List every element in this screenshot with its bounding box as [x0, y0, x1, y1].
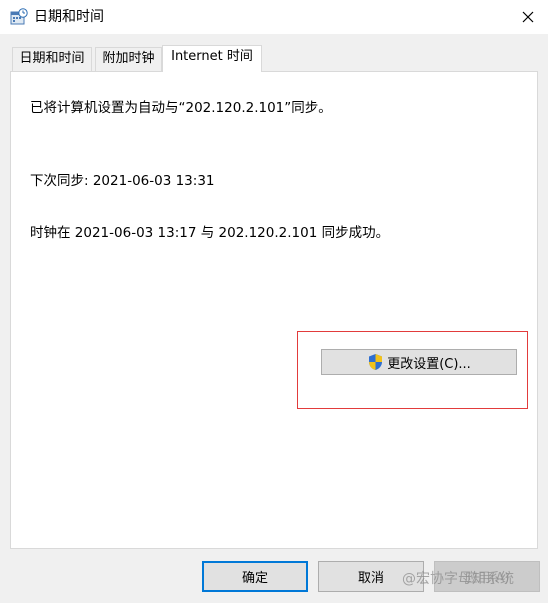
ok-button[interactable]: 确定 — [202, 561, 308, 592]
title-bar: 日期和时间 — [0, 0, 548, 34]
tab-date-time[interactable]: 日期和时间 — [12, 47, 92, 71]
close-button[interactable] — [508, 0, 548, 34]
watermark: @宏协字母知系统 — [402, 571, 514, 587]
close-icon — [522, 11, 534, 23]
sync-status-text: 已将计算机设置为自动与“202.120.2.101”同步。 — [30, 100, 332, 116]
next-sync-text: 下次同步: 2021-06-03 13:31 — [30, 173, 215, 189]
tab-additional-clocks[interactable]: 附加时钟 — [95, 47, 162, 71]
tab-internet-time[interactable]: Internet 时间 — [162, 45, 262, 72]
internet-time-panel — [10, 71, 538, 549]
window-title: 日期和时间 — [34, 9, 104, 25]
change-settings-label: 更改设置(C)... — [387, 356, 471, 372]
change-settings-button[interactable]: 更改设置(C)... — [321, 349, 517, 375]
date-time-icon — [10, 8, 28, 26]
uac-shield-icon — [367, 353, 384, 371]
last-sync-text: 时钟在 2021-06-03 13:17 与 202.120.2.101 同步成… — [30, 225, 390, 241]
